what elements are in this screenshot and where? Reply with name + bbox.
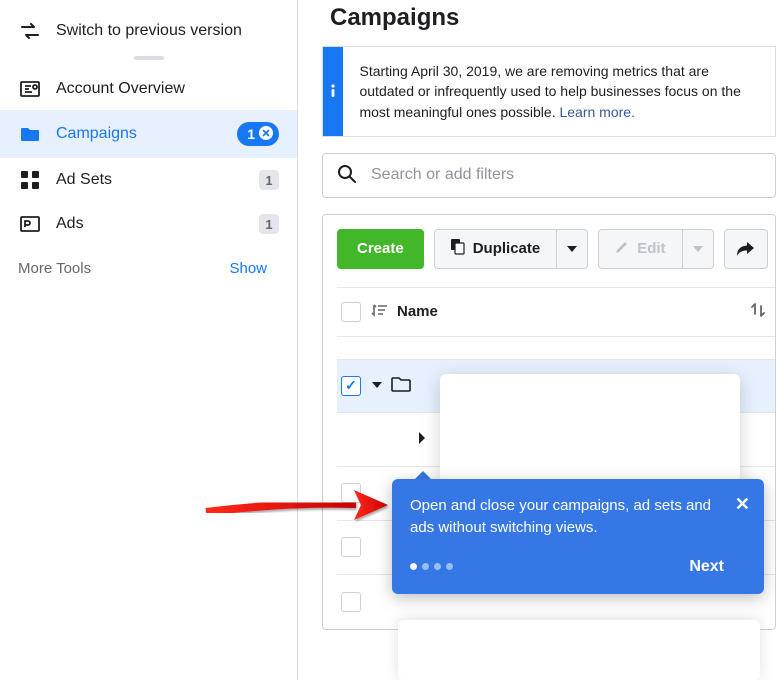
search-input[interactable] bbox=[371, 166, 761, 184]
sidebar-item-label: Campaigns bbox=[56, 125, 237, 143]
divider bbox=[134, 56, 164, 60]
clear-icon[interactable] bbox=[259, 126, 273, 143]
info-banner: Starting April 30, 2019, we are removing… bbox=[322, 46, 776, 137]
page-title: Campaigns bbox=[298, 0, 776, 46]
chevron-down-icon[interactable] bbox=[371, 378, 383, 394]
info-text: Starting April 30, 2019, we are removing… bbox=[359, 63, 740, 120]
chevron-down-icon bbox=[693, 246, 703, 252]
sidebar: Switch to previous version Account Overv… bbox=[0, 0, 298, 680]
show-tools-link[interactable]: Show bbox=[229, 260, 267, 277]
share-button[interactable] bbox=[724, 229, 768, 269]
more-tools-label: More Tools bbox=[18, 260, 91, 277]
pencil-icon bbox=[615, 240, 629, 258]
next-button[interactable]: Next bbox=[689, 555, 724, 578]
sort-arrows-icon[interactable] bbox=[751, 302, 775, 321]
select-all-checkbox[interactable] bbox=[341, 302, 361, 322]
sidebar-item-campaigns[interactable]: Campaigns 1 bbox=[0, 110, 297, 158]
sidebar-item-label: Account Overview bbox=[56, 80, 279, 98]
switch-version[interactable]: Switch to previous version bbox=[0, 10, 297, 52]
search-icon bbox=[337, 164, 357, 187]
sidebar-item-overview[interactable]: Account Overview bbox=[0, 68, 297, 110]
duplicate-group: Duplicate bbox=[434, 229, 589, 269]
name-column-header[interactable]: Name bbox=[397, 303, 751, 320]
row-checkbox[interactable] bbox=[341, 376, 361, 396]
info-body: Starting April 30, 2019, we are removing… bbox=[343, 47, 775, 136]
sidebar-item-adsets[interactable]: Ad Sets 1 bbox=[0, 158, 297, 202]
campaigns-count-pill[interactable]: 1 bbox=[237, 122, 279, 146]
more-tools-row: More Tools Show bbox=[0, 246, 297, 291]
close-icon[interactable]: ✕ bbox=[735, 491, 750, 517]
switch-icon bbox=[18, 23, 42, 39]
tooltip-caret bbox=[415, 471, 431, 479]
edit-label: Edit bbox=[637, 240, 665, 257]
edit-dropdown[interactable] bbox=[683, 229, 714, 269]
duplicate-button[interactable]: Duplicate bbox=[434, 229, 558, 269]
ad-icon bbox=[18, 216, 42, 232]
folder-icon bbox=[391, 376, 411, 395]
info-icon bbox=[323, 47, 343, 136]
row-checkbox[interactable] bbox=[341, 592, 361, 612]
copy-icon bbox=[451, 239, 465, 259]
onboarding-tip: ✕ Open and close your campaigns, ad sets… bbox=[392, 479, 764, 594]
edit-group: Edit bbox=[598, 229, 713, 269]
switch-version-label: Switch to previous version bbox=[56, 22, 279, 40]
count-value: 1 bbox=[247, 126, 255, 142]
sidebar-item-label: Ads bbox=[56, 215, 259, 233]
popover bbox=[398, 620, 760, 680]
adsets-icon bbox=[18, 171, 42, 189]
duplicate-label: Duplicate bbox=[473, 240, 541, 257]
duplicate-dropdown[interactable] bbox=[557, 229, 588, 269]
sort-icon[interactable] bbox=[371, 302, 387, 321]
popover bbox=[440, 374, 740, 483]
chevron-right-icon[interactable] bbox=[417, 431, 427, 448]
chevron-down-icon bbox=[567, 246, 577, 252]
step-dots bbox=[410, 555, 458, 577]
sidebar-item-ads[interactable]: Ads 1 bbox=[0, 202, 297, 246]
sidebar-item-label: Ad Sets bbox=[56, 171, 259, 189]
row-checkbox[interactable] bbox=[341, 483, 361, 503]
learn-more-link[interactable]: Learn more. bbox=[559, 104, 634, 120]
ads-count: 1 bbox=[259, 214, 279, 234]
share-icon bbox=[737, 241, 755, 257]
folder-icon bbox=[18, 126, 42, 142]
tip-body: Open and close your campaigns, ad sets a… bbox=[410, 495, 724, 539]
adsets-count: 1 bbox=[259, 170, 279, 190]
edit-button[interactable]: Edit bbox=[598, 229, 682, 269]
table-header: Name bbox=[337, 287, 775, 337]
overview-icon bbox=[18, 81, 42, 97]
toolbar: Create Duplicate Edit bbox=[337, 229, 775, 269]
create-button[interactable]: Create bbox=[337, 229, 424, 269]
search-bar[interactable] bbox=[322, 153, 776, 198]
row-checkbox[interactable] bbox=[341, 537, 361, 557]
